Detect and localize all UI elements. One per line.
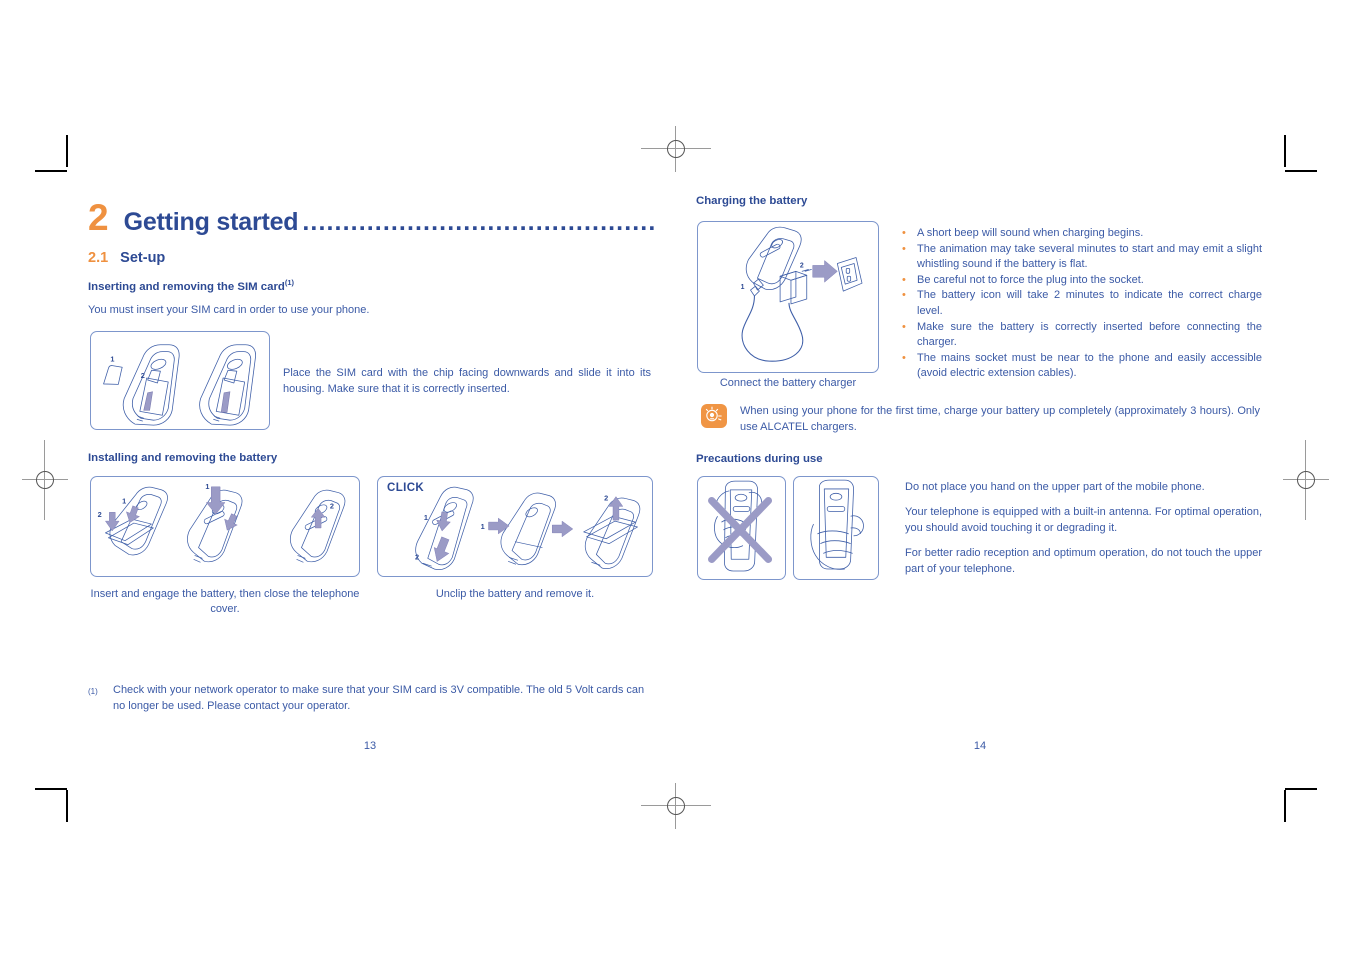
- subheading-sim-card-text: Inserting and removing the SIM card: [88, 280, 285, 293]
- figure-sim-insertion: 1 2: [90, 331, 270, 430]
- list-item: • Be careful not to force the plug into …: [900, 273, 1262, 289]
- precautions-paragraph-1: Do not place you hand on the upper part …: [905, 481, 1205, 493]
- crop-mark-top-left-vertical: [66, 135, 68, 167]
- bullet-dot-icon: •: [902, 273, 906, 286]
- registration-mark-left-center: [22, 440, 68, 520]
- bullet-dot-icon: •: [902, 227, 906, 239]
- list-item: • A short beep will sound when charging …: [900, 226, 1262, 242]
- svg-text:2: 2: [604, 494, 608, 503]
- crop-mark-bottom-left-vertical: [66, 790, 68, 822]
- chapter-heading: 2 Getting started ......................…: [88, 199, 658, 237]
- crop-mark-top-right-vertical: [1284, 135, 1286, 167]
- list-item: • Make sure the battery is correctly ins…: [900, 320, 1262, 351]
- caption-battery-install: Insert and engage the battery, then clos…: [90, 588, 360, 615]
- footnote-text: Check with your network operator to make…: [113, 684, 645, 712]
- chapter-leader-dots: ........................................…: [302, 208, 658, 236]
- figure-correct-grip: [793, 476, 879, 580]
- svg-text:1: 1: [741, 284, 745, 291]
- bullet-text: Make sure the battery is correctly inser…: [917, 320, 1262, 349]
- figure-label-2: 2: [141, 371, 145, 380]
- footnote-marker-inline: (1): [284, 278, 295, 287]
- caption-battery-charger: Connect the battery charger: [719, 377, 857, 389]
- section-title: Set-up: [120, 250, 166, 266]
- list-item: • The mains socket must be near to the p…: [900, 351, 1262, 382]
- crop-mark-bottom-right-vertical: [1284, 790, 1286, 822]
- bullet-dot-icon: •: [902, 351, 906, 364]
- svg-text:2: 2: [98, 510, 102, 519]
- bullet-dot-icon: •: [902, 242, 906, 255]
- bullet-text: Be careful not to force the plug into th…: [917, 273, 1144, 286]
- subheading-charging: Charging the battery: [696, 195, 808, 207]
- svg-text:1: 1: [122, 496, 126, 505]
- list-item: • The animation may take several minutes…: [900, 242, 1262, 273]
- svg-text:2: 2: [415, 552, 419, 561]
- crop-mark-bottom-right-horizontal: [1285, 788, 1317, 790]
- figure-incorrect-grip: [697, 476, 786, 580]
- registration-mark-right-center: [1283, 440, 1329, 520]
- lightbulb-tip-icon: [701, 404, 727, 428]
- sim-description-text: Place the SIM card with the chip facing …: [283, 367, 651, 395]
- chapter-title: Getting started: [123, 208, 299, 236]
- section-heading: 2.1 Set-up: [88, 250, 165, 266]
- bullet-dot-icon: •: [902, 289, 906, 302]
- footnote-marker: (1): [88, 687, 98, 696]
- bullet-text: A short beep will sound when charging be…: [917, 227, 1144, 239]
- section-number: 2.1: [88, 250, 109, 266]
- bullet-dot-icon: •: [902, 320, 906, 333]
- bullet-text: The battery icon will take 2 minutes to …: [917, 289, 1262, 317]
- bullet-text: The animation may take several minutes t…: [917, 242, 1262, 271]
- svg-text:1: 1: [205, 482, 209, 491]
- svg-text:1: 1: [481, 522, 485, 531]
- charging-bullet-list: • A short beep will sound when charging …: [900, 226, 1262, 382]
- subheading-precautions: Precautions during use: [696, 453, 823, 465]
- tip-note: When using your phone for the first time…: [701, 404, 1261, 435]
- figure-battery-install: 1 2 1 2: [90, 476, 360, 577]
- precautions-paragraph-3: For better radio reception and optimum o…: [905, 547, 1262, 575]
- svg-text:2: 2: [800, 262, 804, 269]
- manual-page-spread: 2 Getting started ......................…: [0, 0, 1351, 954]
- subheading-battery: Installing and removing the battery: [88, 452, 278, 464]
- precautions-paragraph-2: Your telephone is equipped with a built-…: [905, 506, 1262, 534]
- figure-battery-charger: 1 2: [697, 221, 879, 373]
- crop-mark-top-right-horizontal: [1285, 170, 1317, 172]
- list-item: • The battery icon will take 2 minutes t…: [900, 288, 1262, 319]
- sim-intro-text: You must insert your SIM card in order t…: [88, 304, 370, 316]
- crop-mark-bottom-left-horizontal: [35, 788, 67, 790]
- figure-label-1: 1: [110, 354, 114, 363]
- chapter-number: 2: [88, 197, 109, 238]
- page-number-left: 13: [363, 740, 377, 752]
- svg-text:2: 2: [330, 501, 334, 510]
- tip-text: When using your phone for the first time…: [740, 405, 1260, 433]
- figure-click-label: CLICK: [387, 482, 425, 494]
- subheading-sim-card: Inserting and removing the SIM card(1): [88, 278, 294, 293]
- caption-battery-remove: Unclip the battery and remove it.: [435, 588, 595, 600]
- registration-mark-top-center: [641, 126, 711, 172]
- footnote-sim-compatibility: (1) Check with your network operator to …: [88, 683, 654, 714]
- page-number-right: 14: [973, 740, 987, 752]
- svg-text:1: 1: [424, 513, 428, 522]
- crop-mark-top-left-horizontal: [35, 170, 67, 172]
- registration-mark-bottom-center: [641, 783, 711, 829]
- bullet-text: The mains socket must be near to the pho…: [917, 351, 1262, 380]
